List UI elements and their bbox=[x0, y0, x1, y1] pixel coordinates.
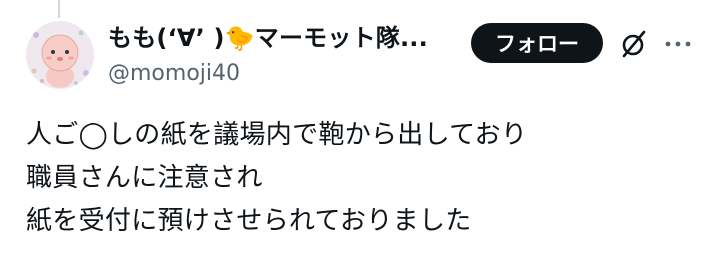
author-display-name[interactable]: もも(‘∀’ )🐤マーモット隊... bbox=[108, 23, 438, 53]
author-block: もも(‘∀’ )🐤マーモット隊... @momoji40 bbox=[108, 23, 438, 89]
tweet-text: 人ご◯しの紙を議場内で鞄から出しており 職員さんに注意され 紙を受付に預けさせら… bbox=[26, 114, 527, 243]
author-handle[interactable]: @momoji40 bbox=[108, 59, 438, 89]
avatar[interactable] bbox=[26, 21, 94, 89]
tweet-line: 職員さんに注意され bbox=[26, 163, 263, 193]
tweet-line: 人ご◯しの紙を議場内で鞄から出しており bbox=[26, 120, 528, 150]
thread-connector-line bbox=[58, 0, 60, 18]
more-dots-icon[interactable] bbox=[664, 34, 692, 54]
tweet-line: 紙を受付に預けさせられておりました bbox=[26, 206, 472, 236]
grok-slash-icon[interactable] bbox=[619, 29, 649, 59]
follow-button[interactable]: フォロー bbox=[471, 23, 603, 63]
avatar-image bbox=[31, 30, 89, 88]
